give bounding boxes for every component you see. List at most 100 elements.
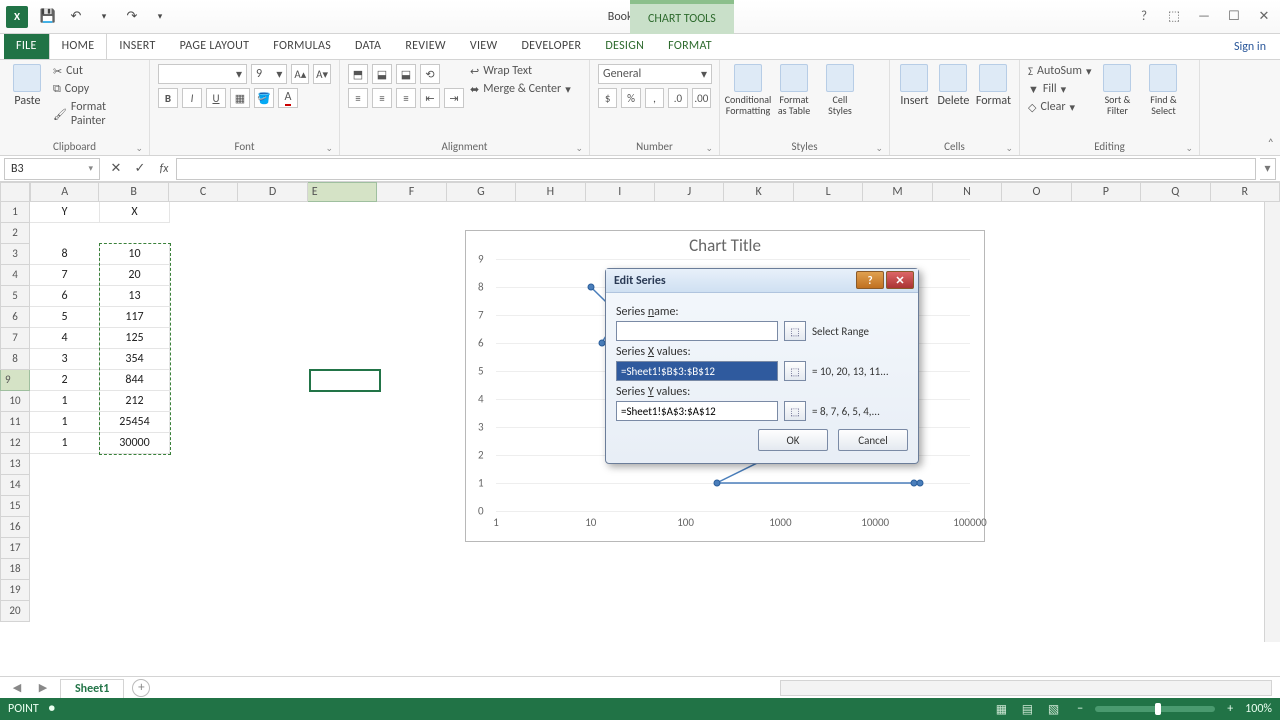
cell[interactable]: Y <box>30 202 100 223</box>
cell[interactable]: 7 <box>30 265 100 286</box>
shrink-font-button[interactable]: A▾ <box>313 64 331 84</box>
series-x-input[interactable]: =Sheet1!$B$3:$B$12 <box>616 361 778 381</box>
row-header[interactable]: 11 <box>0 412 30 433</box>
grow-font-button[interactable]: A▴ <box>291 64 309 84</box>
row-header[interactable]: 10 <box>0 391 30 412</box>
zoom-level[interactable]: 100% <box>1245 702 1272 716</box>
chart-data-point[interactable] <box>917 480 924 487</box>
cell[interactable]: 4 <box>30 328 100 349</box>
undo-dropdown-icon[interactable]: ▾ <box>93 6 115 28</box>
maximize-icon[interactable]: ☐ <box>1224 9 1244 24</box>
chart-title[interactable]: Chart Title <box>466 231 984 256</box>
tab-design[interactable]: DESIGN <box>593 34 656 59</box>
sheet-tab-sheet1[interactable]: Sheet1 <box>60 679 124 698</box>
row-header[interactable]: 6 <box>0 307 30 328</box>
align-top-button[interactable]: ⬒ <box>348 64 368 84</box>
delete-cells-button[interactable]: Delete <box>937 64 970 140</box>
series-name-range-picker-icon[interactable]: ⬚ <box>784 321 806 341</box>
indent-inc-button[interactable]: ⇥ <box>444 88 464 108</box>
chart-data-point[interactable] <box>587 284 594 291</box>
row-header[interactable]: 20 <box>0 601 30 622</box>
column-header[interactable]: B <box>99 182 168 202</box>
column-header[interactable]: C <box>169 182 238 202</box>
number-format-select[interactable]: General▾ <box>598 64 712 84</box>
merge-center-button[interactable]: ⬌ Merge & Center ▾ <box>470 82 571 96</box>
format-as-table-button[interactable]: Format as Table <box>774 64 814 140</box>
font-color-button[interactable]: A <box>278 88 298 108</box>
column-header[interactable]: H <box>516 182 585 202</box>
column-header[interactable]: L <box>794 182 863 202</box>
align-left-button[interactable]: ≡ <box>348 88 368 108</box>
border-button[interactable]: ▦ <box>230 88 250 108</box>
tab-page-layout[interactable]: PAGE LAYOUT <box>168 34 262 59</box>
autosum-button[interactable]: Σ AutoSum ▾ <box>1028 64 1091 78</box>
vertical-scrollbar[interactable] <box>1264 202 1280 642</box>
cancel-formula-icon[interactable]: ✕ <box>104 158 128 180</box>
row-header[interactable]: 13 <box>0 454 30 475</box>
redo-icon[interactable]: ↷ <box>121 6 143 28</box>
accounting-button[interactable]: $ <box>598 88 617 108</box>
wrap-text-button[interactable]: ↩ Wrap Text <box>470 64 571 78</box>
cell[interactable]: 2 <box>30 370 100 391</box>
cell[interactable]: 8 <box>30 244 100 265</box>
row-header[interactable]: 19 <box>0 580 30 601</box>
column-header[interactable]: I <box>586 182 655 202</box>
series-x-range-picker-icon[interactable]: ⬚ <box>784 361 806 381</box>
sign-in-link[interactable]: Sign in <box>1220 35 1280 59</box>
chart-data-point[interactable] <box>713 480 720 487</box>
comma-button[interactable]: , <box>645 88 664 108</box>
formula-bar-input[interactable] <box>176 158 1256 180</box>
column-header[interactable]: F <box>377 182 446 202</box>
tab-data[interactable]: DATA <box>343 34 393 59</box>
bold-button[interactable]: B <box>158 88 178 108</box>
increase-decimal-button[interactable]: .0 <box>668 88 687 108</box>
indent-dec-button[interactable]: ⇤ <box>420 88 440 108</box>
fill-color-button[interactable]: 🪣 <box>254 88 274 108</box>
name-box[interactable]: B3▾ <box>4 158 100 180</box>
cell[interactable]: 6 <box>30 286 100 307</box>
orientation-button[interactable]: ⟲ <box>420 64 440 84</box>
percent-button[interactable]: % <box>621 88 640 108</box>
view-page-break-icon[interactable]: ▧ <box>1048 703 1059 717</box>
column-header[interactable]: E <box>308 182 378 202</box>
tab-format[interactable]: FORMAT <box>656 34 724 59</box>
font-size-select[interactable]: 9▾ <box>251 64 287 84</box>
expand-formula-bar-icon[interactable]: ▾ <box>1260 158 1276 180</box>
row-header[interactable]: 3 <box>0 244 30 265</box>
underline-button[interactable]: U <box>206 88 226 108</box>
insert-cells-button[interactable]: Insert <box>898 64 931 140</box>
help-icon[interactable]: ? <box>1134 9 1154 24</box>
column-header[interactable]: Q <box>1141 182 1210 202</box>
find-select-button[interactable]: Find & Select <box>1143 64 1183 140</box>
row-header[interactable]: 16 <box>0 517 30 538</box>
align-bottom-button[interactable]: ⬓ <box>396 64 416 84</box>
enter-formula-icon[interactable]: ✓ <box>128 158 152 180</box>
column-header[interactable]: K <box>724 182 793 202</box>
cell[interactable]: 3 <box>30 349 100 370</box>
row-header[interactable]: 14 <box>0 475 30 496</box>
close-icon[interactable]: ✕ <box>1254 9 1274 24</box>
horizontal-scrollbar[interactable] <box>780 680 1272 696</box>
zoom-in-icon[interactable]: + <box>1227 702 1233 716</box>
column-header[interactable]: G <box>447 182 516 202</box>
row-header[interactable]: 9 <box>0 370 30 391</box>
tab-insert[interactable]: INSERT <box>107 34 167 59</box>
macro-record-icon[interactable]: ⏺ <box>49 702 55 716</box>
cell-styles-button[interactable]: Cell Styles <box>820 64 860 140</box>
sort-filter-button[interactable]: Sort & Filter <box>1097 64 1137 140</box>
copy-button[interactable]: ⧉ Copy <box>53 82 141 96</box>
row-header[interactable]: 2 <box>0 223 30 244</box>
cell[interactable]: X <box>100 202 170 223</box>
row-header[interactable]: 1 <box>0 202 30 223</box>
row-header[interactable]: 17 <box>0 538 30 559</box>
row-header[interactable]: 5 <box>0 286 30 307</box>
view-page-layout-icon[interactable]: ▤ <box>1022 703 1033 717</box>
select-all-corner[interactable] <box>0 182 30 202</box>
row-header[interactable]: 18 <box>0 559 30 580</box>
zoom-slider[interactable] <box>1095 706 1215 712</box>
row-header[interactable]: 8 <box>0 349 30 370</box>
tab-view[interactable]: VIEW <box>458 34 510 59</box>
collapse-ribbon-icon[interactable]: ˄ <box>1268 137 1274 151</box>
column-header[interactable]: P <box>1072 182 1141 202</box>
insert-function-icon[interactable]: fx <box>152 158 176 180</box>
